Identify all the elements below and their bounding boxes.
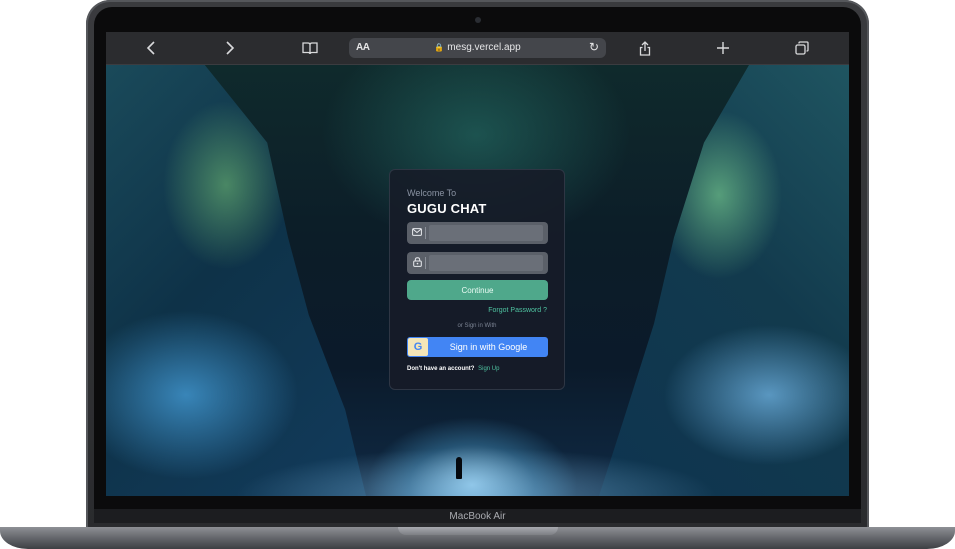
camera-icon [475,17,481,23]
email-field-divider [425,227,426,239]
forward-icon[interactable] [220,38,240,58]
password-field[interactable] [407,252,548,274]
google-sign-in-button[interactable]: G Sign in with Google [407,337,548,357]
share-icon[interactable] [635,38,655,58]
email-field[interactable] [407,222,548,244]
app-title: GUGU CHAT [407,201,487,216]
google-icon: G [408,338,428,356]
signup-row: Don't have an account? Sign Up [407,366,499,372]
address-bar[interactable]: AA 🔒 mesg.vercel.app ↻ [349,38,606,58]
login-card: Welcome To GUGU CHAT Continue Forgot Pas… [389,169,565,390]
background-snow [106,426,849,496]
lock-icon: 🔒 [434,43,445,52]
browser-screen: AA 🔒 mesg.vercel.app ↻ Welcome To GUGU CH… [106,32,849,496]
web-page: Welcome To GUGU CHAT Continue Forgot Pas… [106,65,849,496]
laptop-chin: MacBook Air [94,509,861,523]
welcome-text: Welcome To [407,188,457,198]
url-display[interactable]: 🔒 mesg.vercel.app [349,42,606,53]
new-tab-icon[interactable] [713,38,733,58]
password-input[interactable] [429,255,543,271]
lock-icon [412,257,422,267]
or-sign-in-text: or Sign in With [457,323,497,329]
browser-toolbar: AA 🔒 mesg.vercel.app ↻ [106,32,849,65]
url-text: mesg.vercel.app [447,42,521,53]
sign-up-link[interactable]: Sign Up [478,366,499,372]
laptop-notch [398,527,558,535]
continue-button[interactable]: Continue [407,280,548,300]
google-sign-in-label: Sign in with Google [449,342,528,352]
password-field-divider [425,257,426,269]
tabs-icon[interactable] [792,38,812,58]
reload-icon[interactable]: ↻ [589,40,599,54]
mail-icon [412,227,422,237]
back-icon[interactable] [141,38,161,58]
email-input[interactable] [429,225,543,241]
forgot-password-link[interactable]: Forgot Password ? [488,307,547,314]
no-account-text: Don't have an account? [407,366,475,372]
background-person-silhouette [456,457,462,479]
bookmarks-icon[interactable] [300,38,320,58]
device-brand-label: MacBook Air [449,510,506,522]
